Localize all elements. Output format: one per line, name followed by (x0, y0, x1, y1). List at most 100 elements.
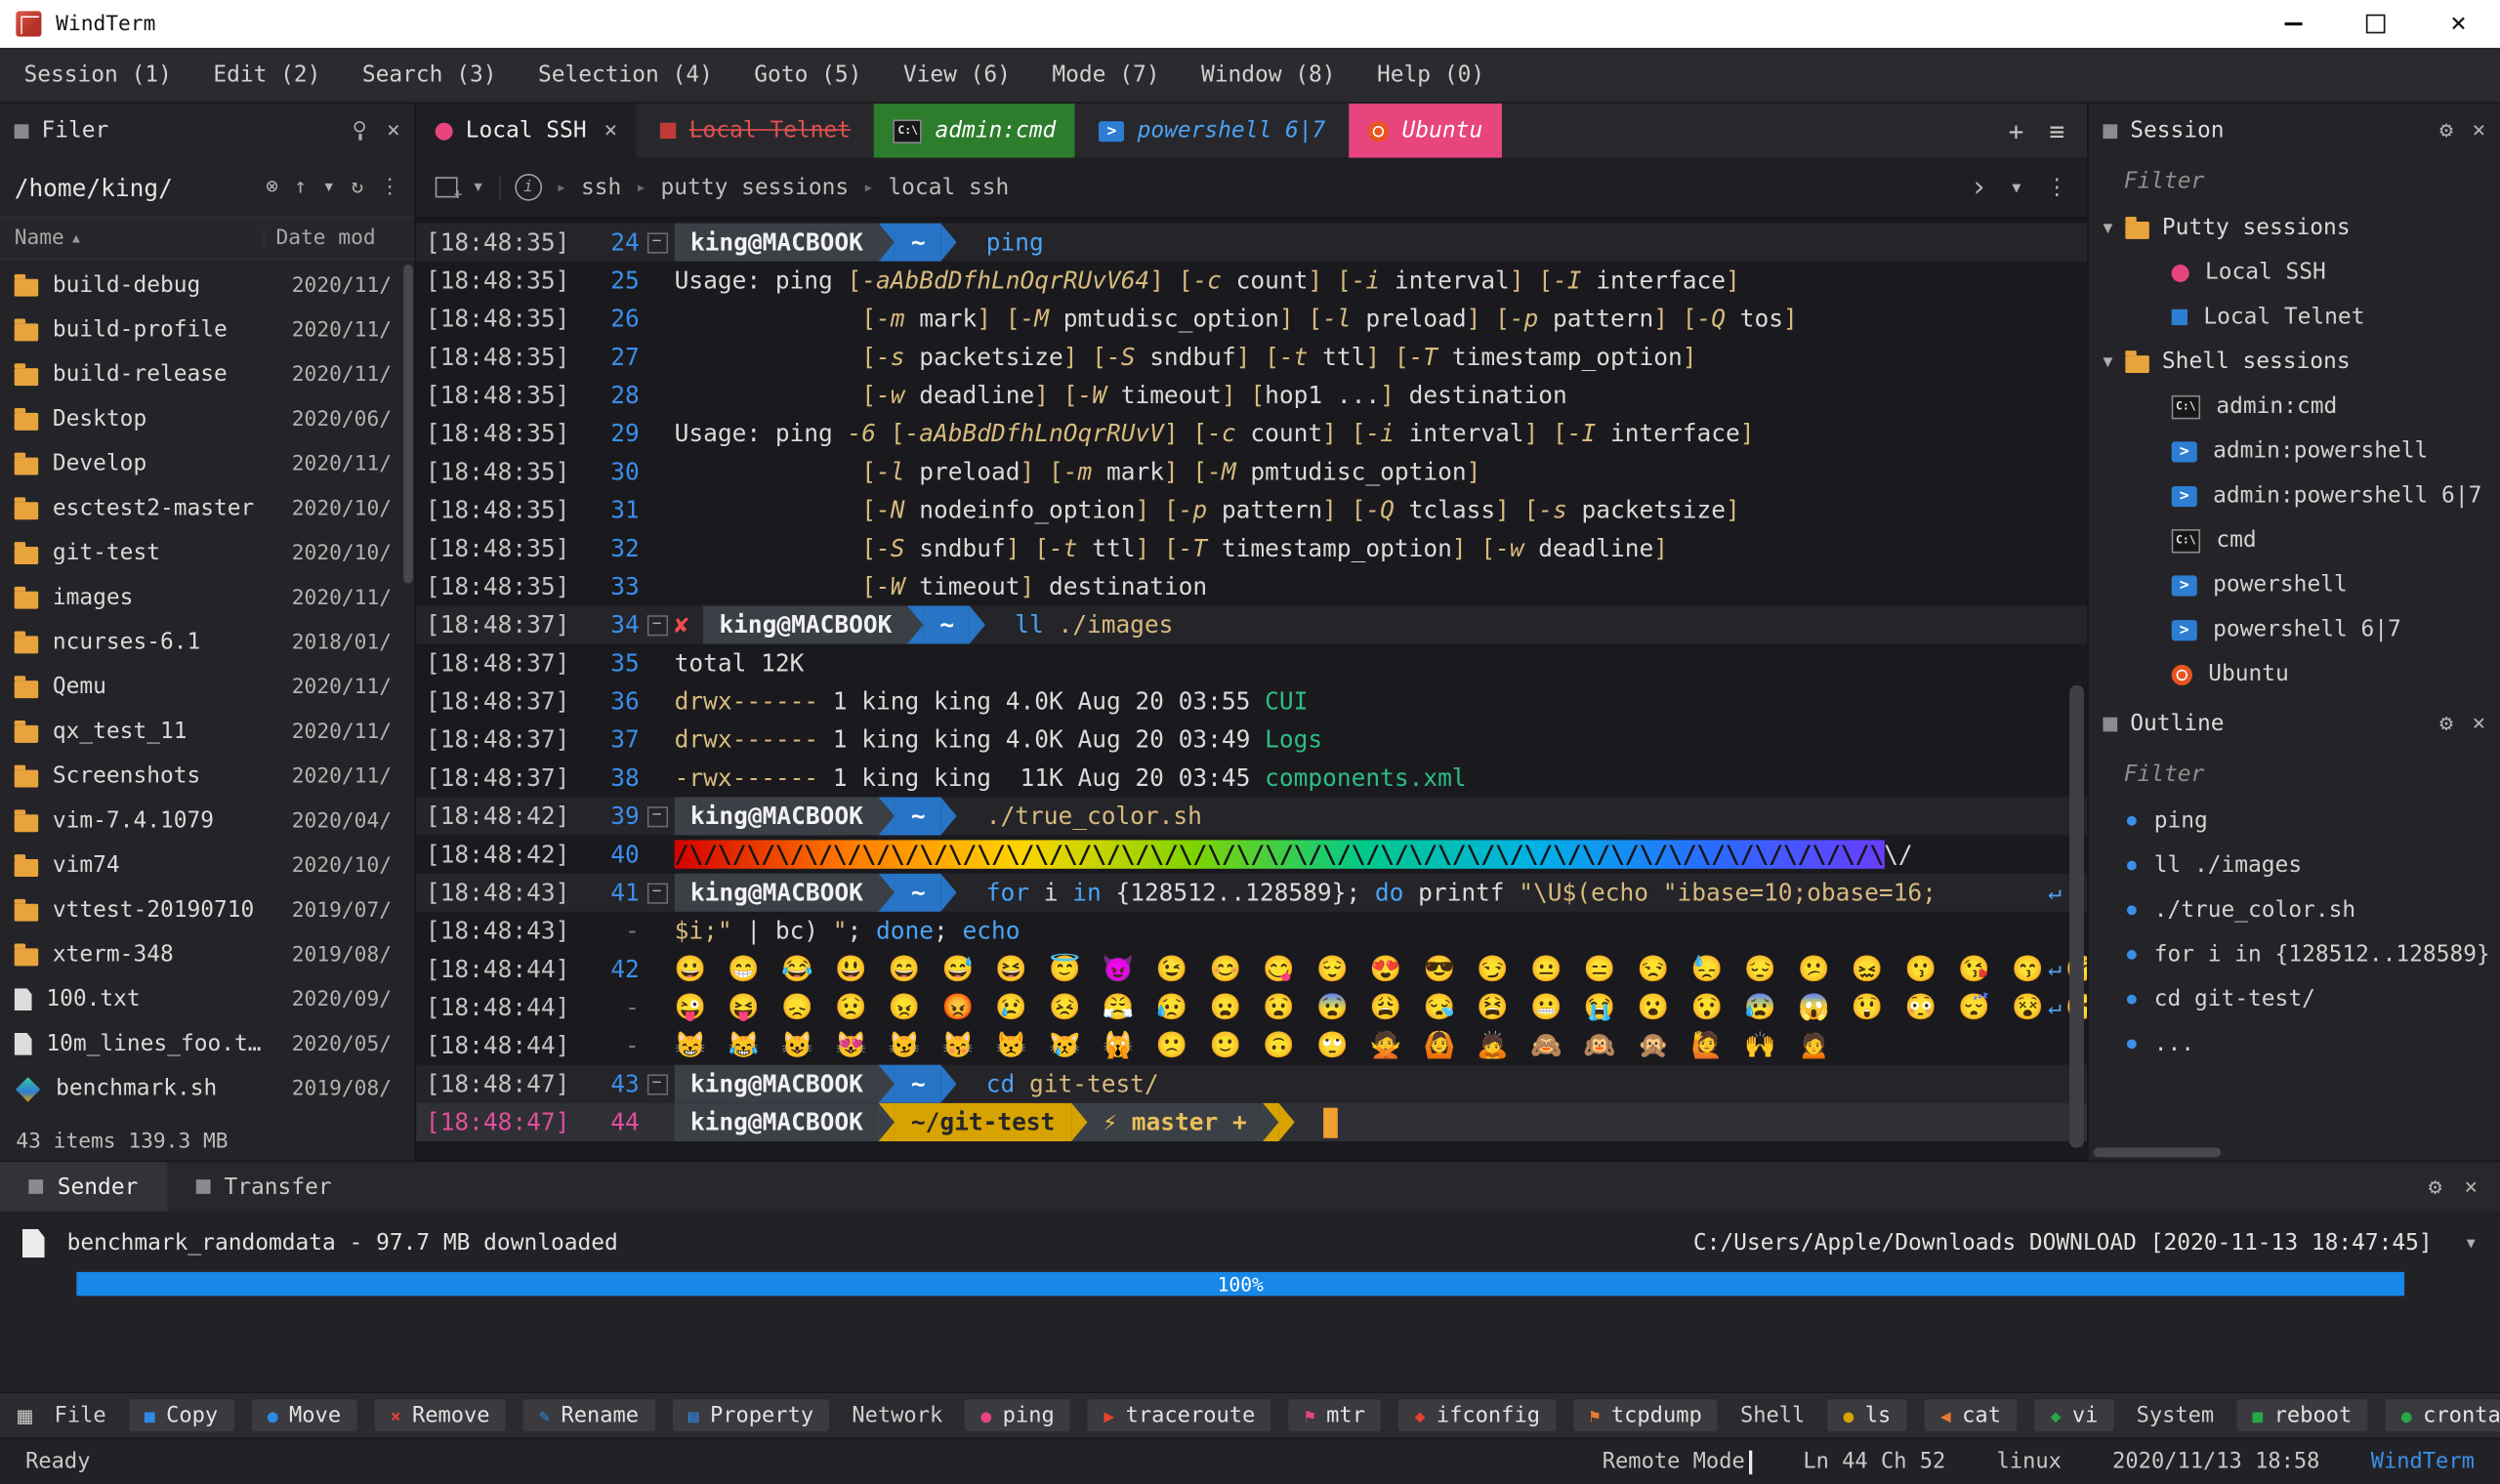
menu-item-selection[interactable]: Selection (4) (518, 62, 733, 88)
menu-item-view[interactable]: View (6) (883, 62, 1032, 88)
toolbar-button-property[interactable]: ▤Property (672, 1399, 829, 1431)
menu-item-edit[interactable]: Edit (2) (192, 62, 342, 88)
session-group[interactable]: ▼Shell sessions (2089, 340, 2500, 385)
filer-row[interactable]: Qemu2020/11/ (0, 665, 414, 710)
sender-close-icon[interactable]: × (2464, 1174, 2478, 1199)
menu-item-window[interactable]: Window (8) (1181, 62, 1356, 88)
toolbar-button-tcpdump[interactable]: ⚑tcpdump (1573, 1399, 1718, 1431)
breadcrumb-item[interactable]: ssh (581, 175, 621, 200)
session-item[interactable]: >admin:powershell (2089, 429, 2500, 474)
tab-local-telnet[interactable]: Local Telnet (642, 103, 870, 158)
filer-row[interactable]: images2020/11/ (0, 575, 414, 620)
session-close-icon[interactable]: × (2473, 118, 2486, 144)
session-item[interactable]: C:\cmd (2089, 518, 2500, 563)
new-session-icon[interactable] (436, 177, 458, 197)
session-item[interactable]: Local SSH (2089, 250, 2500, 295)
filer-row[interactable]: build-debug2020/11/ (0, 263, 414, 308)
filer-row[interactable]: Desktop2020/06/ (0, 397, 414, 442)
filer-row[interactable]: esctest2-master2020/10/ (0, 486, 414, 531)
filer-row[interactable]: ncurses-6.12018/01/ (0, 620, 414, 665)
filer-close-icon[interactable]: × (387, 118, 400, 144)
console-icon[interactable]: ▦ (18, 1401, 32, 1429)
breadcrumb-dropdown-icon[interactable]: ▾ (2010, 175, 2023, 200)
cursor-position[interactable]: Ln 44 Ch 52 (1803, 1449, 1945, 1474)
outline-item[interactable]: ping (2089, 799, 2500, 844)
sidebar-hscrollbar[interactable] (2094, 1148, 2222, 1158)
breadcrumb-item[interactable]: putty sessions (661, 175, 850, 200)
menu-item-mode[interactable]: Mode (7) (1031, 62, 1181, 88)
tab-admin-cmd[interactable]: C:\admin:cmd (874, 103, 1074, 158)
outline-item[interactable]: ... (2089, 1022, 2500, 1067)
toolbar-button-cat[interactable]: ◀cat (1925, 1399, 2018, 1431)
menu-item-help[interactable]: Help (0) (1356, 62, 1506, 88)
session-item[interactable]: Local Telnet (2089, 295, 2500, 340)
filer-row[interactable]: 100.txt2020/09/ (0, 977, 414, 1022)
toolbar-button-reboot[interactable]: ■reboot (2236, 1399, 2368, 1431)
outline-filter-input[interactable]: Filter (2089, 751, 2500, 799)
filer-row[interactable]: qx_test_112020/11/ (0, 710, 414, 755)
toolbar-button-move[interactable]: ●Move (251, 1399, 356, 1431)
session-item[interactable]: Ubuntu (2089, 652, 2500, 697)
pin-icon[interactable] (350, 121, 367, 141)
tab-powershell-6-7[interactable]: >powershell 6|7 (1080, 103, 1345, 158)
filer-row[interactable]: benchmark.sh2019/08/ (0, 1066, 414, 1111)
session-item[interactable]: >admin:powershell 6|7 (2089, 474, 2500, 518)
filer-row[interactable]: vim742020/10/ (0, 844, 414, 888)
outline-item[interactable]: ll ./images (2089, 844, 2500, 888)
toolbar-button-remove[interactable]: ×Remove (374, 1399, 506, 1431)
fold-marker[interactable]: − (640, 874, 675, 912)
minimize-button[interactable] (2251, 0, 2334, 48)
toolbar-button-ifconfig[interactable]: ◆ifconfig (1398, 1399, 1556, 1431)
filer-row[interactable]: 10m_lines_foo.t…2020/05/ (0, 1022, 414, 1067)
session-group[interactable]: ▼Putty sessions (2089, 206, 2500, 251)
send-icon[interactable]: › (1970, 171, 1987, 204)
toolbar-button-rename[interactable]: ✎Rename (523, 1399, 655, 1431)
outline-item[interactable]: ./true_color.sh (2089, 887, 2500, 932)
tab-menu-icon[interactable]: ≡ (2050, 115, 2065, 145)
terminal-scrollbar[interactable] (2069, 685, 2084, 1147)
outline-close-icon[interactable]: × (2473, 711, 2486, 736)
breadcrumb-item[interactable]: local ssh (888, 175, 1009, 200)
outline-item[interactable]: cd git-test/ (2089, 977, 2500, 1022)
tab-ubuntu[interactable]: Ubuntu (1350, 103, 1502, 158)
session-item[interactable]: >powershell (2089, 562, 2500, 607)
outline-gear-icon[interactable]: ⚙ (2439, 711, 2453, 736)
menu-item-goto[interactable]: Goto (5) (733, 62, 883, 88)
tab-local-ssh[interactable]: Local SSH× (416, 103, 637, 158)
maximize-button[interactable] (2334, 0, 2417, 48)
filer-row[interactable]: Screenshots2020/11/ (0, 754, 414, 799)
column-header-name[interactable]: Name ▲ (15, 227, 264, 250)
fold-marker[interactable]: − (640, 797, 675, 835)
filer-row[interactable]: Develop2020/11/ (0, 441, 414, 486)
toolbar-button-crontab[interactable]: ●crontab (2386, 1399, 2500, 1431)
mode-indicator[interactable]: Remote Mode (1603, 1449, 1752, 1474)
column-header-date[interactable]: Date mod (263, 227, 399, 250)
up-directory-icon[interactable]: ↑ (294, 176, 307, 199)
path-dropdown-icon[interactable]: ▾ (322, 176, 335, 199)
session-dropdown-icon[interactable]: ▾ (472, 176, 484, 199)
outline-item[interactable]: for i in {128512..128589} (2089, 932, 2500, 977)
toolbar-button-ls[interactable]: ●ls (1827, 1399, 1906, 1431)
session-filter-input[interactable]: Filter (2089, 158, 2500, 206)
terminal-more-icon[interactable]: ⋮ (2046, 175, 2068, 200)
toolbar-button-traceroute[interactable]: ▶traceroute (1088, 1399, 1271, 1431)
session-gear-icon[interactable]: ⚙ (2439, 118, 2453, 144)
new-tab-button[interactable]: + (2009, 115, 2024, 145)
session-item[interactable]: >powershell 6|7 (2089, 607, 2500, 652)
fold-marker[interactable]: − (640, 605, 675, 643)
download-dropdown-icon[interactable]: ▾ (2455, 1230, 2479, 1256)
session-item[interactable]: C:\admin:cmd (2089, 384, 2500, 429)
filer-scrollbar[interactable] (403, 265, 413, 584)
filer-path[interactable]: /home/king/ (15, 173, 173, 201)
toolbar-button-ping[interactable]: ●ping (965, 1399, 1070, 1431)
info-icon[interactable]: i (515, 174, 542, 201)
filer-row[interactable]: vttest-201907102019/07/ (0, 887, 414, 932)
os-label[interactable]: linux (1997, 1449, 2062, 1474)
clear-path-icon[interactable]: ⊗ (266, 176, 278, 199)
terminal[interactable]: [18:48:35]24−king@MACBOOK~ ping[18:48:35… (416, 219, 2087, 1161)
refresh-icon[interactable]: ↻ (351, 176, 363, 199)
toolbar-button-copy[interactable]: ■Copy (129, 1399, 234, 1431)
fold-marker[interactable]: − (640, 1065, 675, 1103)
download-row[interactable]: benchmark_randomdata - 97.7 MB downloade… (0, 1212, 2500, 1257)
tab-sender[interactable]: Sender (0, 1162, 167, 1212)
